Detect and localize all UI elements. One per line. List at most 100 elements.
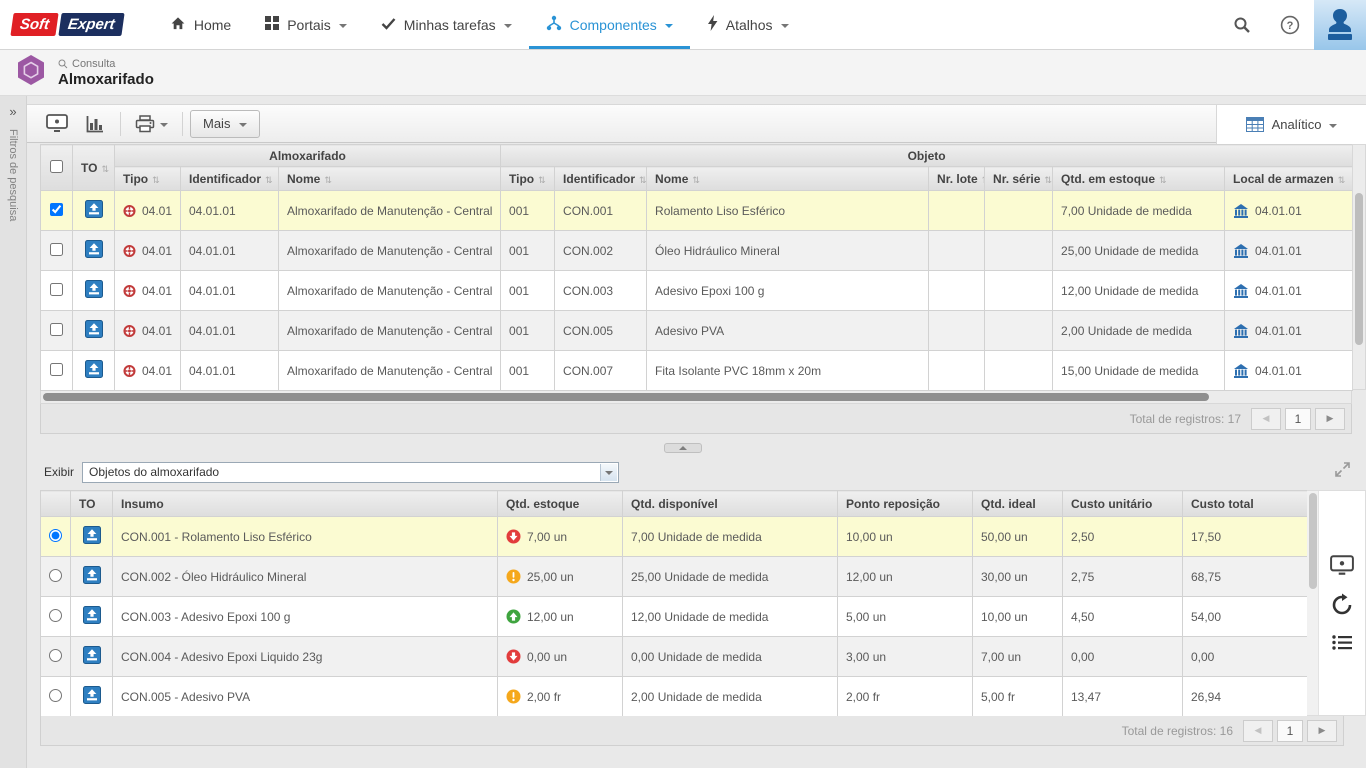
col-header-insumo[interactable]: Insumo: [113, 491, 498, 517]
alm-identificador: 04.01.01: [181, 351, 279, 391]
to-storage-icon[interactable]: [83, 646, 101, 664]
row-radio[interactable]: [49, 529, 62, 542]
exibir-select[interactable]: Objetos do almoxarifado: [82, 462, 619, 483]
breadcrumb: Consulta Almoxarifado: [0, 50, 1366, 96]
col-header-alm-nome[interactable]: Nome: [279, 167, 501, 191]
nav-item-componentes[interactable]: Componentes: [529, 0, 690, 49]
ponto-reposicao: 5,00 un: [838, 597, 973, 637]
view-mode-dropdown[interactable]: Analítico: [1216, 105, 1366, 144]
alm-nome: Almoxarifado de Manutenção - Central: [279, 191, 501, 231]
col-header-nr-serie[interactable]: Nr. série: [985, 167, 1053, 191]
table-row[interactable]: 04.01 04.01.01 Almoxarifado de Manutençã…: [41, 191, 1353, 231]
prev-page-button[interactable]: ◀: [1243, 720, 1273, 742]
col-header-obj-identificador[interactable]: Identificador: [555, 167, 647, 191]
user-avatar[interactable]: [1314, 0, 1366, 50]
toolbar-separator: [182, 112, 183, 136]
table-row[interactable]: CON.005 - Adesivo PVA 2,00 fr 2,00 Unida…: [41, 677, 1308, 717]
vertical-scrollbar[interactable]: [1352, 144, 1366, 390]
nav-item-home[interactable]: Home: [153, 0, 248, 49]
col-header-custo-total[interactable]: Custo total: [1183, 491, 1308, 517]
col-header-qtd-ideal[interactable]: Qtd. ideal: [973, 491, 1063, 517]
row-checkbox[interactable]: [50, 283, 63, 296]
splitter-handle[interactable]: [664, 443, 702, 453]
ponto-reposicao: 3,00 un: [838, 637, 973, 677]
to-storage-icon[interactable]: [83, 606, 101, 624]
custo-total: 17,50: [1183, 517, 1308, 557]
col-header-custo-unitario[interactable]: Custo unitário: [1063, 491, 1183, 517]
nav-item-minhas-tarefas[interactable]: Minhas tarefas: [364, 0, 529, 49]
table-row[interactable]: 04.01 04.01.01 Almoxarifado de Manutençã…: [41, 311, 1353, 351]
table-row[interactable]: CON.001 - Rolamento Liso Esférico 7,00 u…: [41, 517, 1308, 557]
refresh-button[interactable]: [1330, 593, 1354, 617]
maximize-panel-button[interactable]: [1335, 462, 1350, 482]
col-header-obj-tipo[interactable]: Tipo: [501, 167, 555, 191]
next-page-button[interactable]: ▶: [1315, 408, 1345, 430]
softexpert-logo[interactable]: Soft Expert: [0, 0, 137, 49]
table-row[interactable]: CON.002 - Óleo Hidráulico Mineral 25,00 …: [41, 557, 1308, 597]
row-radio[interactable]: [49, 609, 62, 622]
filters-panel-label[interactable]: Filtros de pesquisa: [7, 129, 19, 221]
row-checkbox[interactable]: [50, 203, 63, 216]
search-button[interactable]: [1218, 0, 1266, 50]
chart-button[interactable]: [77, 109, 113, 139]
to-storage-icon[interactable]: [83, 526, 101, 544]
to-storage-icon[interactable]: [83, 686, 101, 704]
col-header-nr-lote[interactable]: Nr. lote: [929, 167, 985, 191]
table-row[interactable]: CON.004 - Adesivo Epoxi Liquido 23g 0,00…: [41, 637, 1308, 677]
print-button[interactable]: [128, 109, 175, 139]
expand-filters-button[interactable]: »: [0, 96, 26, 123]
table-row[interactable]: 04.01 04.01.01 Almoxarifado de Manutençã…: [41, 271, 1353, 311]
to-storage-icon[interactable]: [85, 360, 103, 378]
col-header-qtd-estoque[interactable]: Qtd. em estoque: [1053, 167, 1225, 191]
row-radio[interactable]: [49, 649, 62, 662]
breadcrumb-text: Consulta Almoxarifado: [58, 58, 154, 88]
col-header-obj-nome[interactable]: Nome: [647, 167, 929, 191]
row-checkbox[interactable]: [50, 363, 63, 376]
scrollbar-thumb[interactable]: [43, 393, 1209, 401]
next-page-button[interactable]: ▶: [1307, 720, 1337, 742]
col-header-local[interactable]: Local de armazen: [1225, 167, 1353, 191]
row-checkbox[interactable]: [50, 323, 63, 336]
qtd-em-estoque: 7,00 Unidade de medida: [1053, 191, 1225, 231]
stock-ok-icon: [506, 609, 521, 624]
scrollbar-thumb[interactable]: [1309, 493, 1317, 589]
col-header-qtd-estoque[interactable]: Qtd. estoque: [498, 491, 623, 517]
obj-tipo: 001: [501, 191, 555, 231]
col-header-alm-identificador[interactable]: Identificador: [181, 167, 279, 191]
vertical-scrollbar[interactable]: [1307, 491, 1319, 715]
col-header-to[interactable]: TO: [71, 491, 113, 517]
select-arrow-button[interactable]: [600, 464, 617, 481]
scrollbar-thumb[interactable]: [1355, 193, 1363, 345]
qtd-estoque: 2,00 fr: [527, 690, 561, 704]
view-record-button[interactable]: [1330, 555, 1354, 576]
col-header-alm-tipo[interactable]: Tipo: [115, 167, 181, 191]
more-actions-button[interactable]: Mais: [190, 110, 260, 138]
horizontal-scrollbar[interactable]: [40, 391, 1352, 404]
qtd-disponivel: 7,00 Unidade de medida: [623, 517, 838, 557]
table-row[interactable]: 04.01 04.01.01 Almoxarifado de Manutençã…: [41, 351, 1353, 391]
lower-grid-footer: Total de registros: 16 ◀ 1 ▶: [40, 716, 1344, 746]
list-options-button[interactable]: [1332, 634, 1353, 651]
to-storage-icon[interactable]: [85, 240, 103, 258]
row-radio[interactable]: [49, 689, 62, 702]
alm-nome: Almoxarifado de Manutenção - Central: [279, 231, 501, 271]
to-storage-icon[interactable]: [85, 280, 103, 298]
nav-item-atalhos[interactable]: Atalhos: [690, 0, 806, 49]
help-button[interactable]: ?: [1266, 0, 1314, 50]
prev-page-button[interactable]: ◀: [1251, 408, 1281, 430]
group-header-almoxarifado: Almoxarifado: [115, 145, 501, 167]
to-storage-icon[interactable]: [85, 200, 103, 218]
row-checkbox[interactable]: [50, 243, 63, 256]
col-header-ponto-reposicao[interactable]: Ponto reposição: [838, 491, 973, 517]
nav-item-portais[interactable]: Portais: [248, 0, 364, 49]
view-data-button[interactable]: [39, 109, 75, 139]
stock-warning-icon: [506, 689, 521, 704]
to-storage-icon[interactable]: [83, 566, 101, 584]
to-storage-icon[interactable]: [85, 320, 103, 338]
row-radio[interactable]: [49, 569, 62, 582]
select-all-checkbox[interactable]: [50, 160, 63, 173]
col-header-qtd-disponivel[interactable]: Qtd. disponível: [623, 491, 838, 517]
table-row[interactable]: 04.01 04.01.01 Almoxarifado de Manutençã…: [41, 231, 1353, 271]
col-header-to[interactable]: TO: [73, 145, 115, 191]
table-row[interactable]: CON.003 - Adesivo Epoxi 100 g 12,00 un 1…: [41, 597, 1308, 637]
